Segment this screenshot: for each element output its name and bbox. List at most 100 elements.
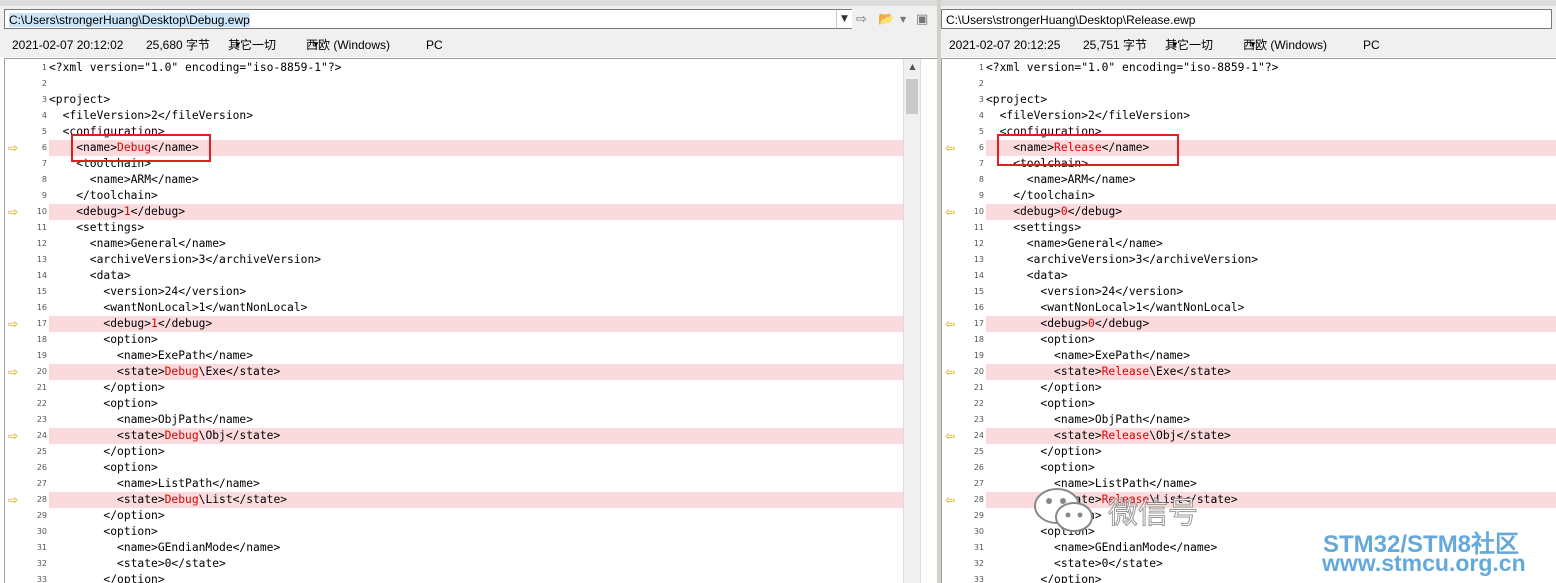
code-line[interactable]: 30 <option> xyxy=(5,524,903,540)
code-line[interactable]: 3 <project> xyxy=(5,92,903,108)
right-datetime: 2021-02-07 20:12:25 xyxy=(949,38,1061,52)
diff-line[interactable]: ⇨ 28 <state>Debug\List</state> xyxy=(5,492,903,508)
diff-arrow-icon[interactable]: ⇦ xyxy=(945,366,959,378)
code-line[interactable]: 14 <data> xyxy=(5,268,903,284)
code-line[interactable]: 26 <option> xyxy=(5,460,903,476)
code-line[interactable]: 25 </option> xyxy=(942,444,1556,460)
code-line[interactable]: 32 <state>0</state> xyxy=(942,556,1556,572)
code-line[interactable]: 30 <option> xyxy=(942,524,1556,540)
code-line[interactable]: 21 </option> xyxy=(942,380,1556,396)
line-number: 22 xyxy=(36,399,47,408)
code-line[interactable]: 11 <settings> xyxy=(5,220,903,236)
diff-arrow-icon[interactable]: ⇨ xyxy=(8,366,22,378)
line-code: <option> xyxy=(986,332,1556,348)
code-line[interactable]: 2 xyxy=(942,76,1556,92)
code-line[interactable]: 22 <option> xyxy=(5,396,903,412)
code-line[interactable]: 31 <name>GEndianMode</name> xyxy=(942,540,1556,556)
code-line[interactable]: 13 <archiveVersion>3</archiveVersion> xyxy=(5,252,903,268)
diff-line[interactable]: ⇨ 24 <state>Debug\Obj</state> xyxy=(5,428,903,444)
line-number: 26 xyxy=(36,463,47,472)
line-code: <project> xyxy=(986,92,1556,108)
code-line[interactable]: 33 </option> xyxy=(942,572,1556,583)
diff-line[interactable]: ⇦ 24 <state>Release\Obj</state> xyxy=(942,428,1556,444)
scroll-thumb[interactable] xyxy=(906,79,918,114)
code-text: <option> xyxy=(986,397,1095,410)
diff-line[interactable]: ⇦ 28 <state>Release\List</state> xyxy=(942,492,1556,508)
code-line[interactable]: 9 </toolchain> xyxy=(5,188,903,204)
diff-arrow-icon[interactable]: ⇨ xyxy=(8,494,22,506)
diff-line[interactable]: ⇦ 17 <debug>0</debug> xyxy=(942,316,1556,332)
line-code: </option> xyxy=(49,444,903,460)
code-line[interactable]: 16 <wantNonLocal>1</wantNonLocal> xyxy=(5,300,903,316)
code-text: <debug> xyxy=(986,205,1061,218)
diff-arrow-icon[interactable]: ⇦ xyxy=(945,318,959,330)
line-code: <name>ListPath</name> xyxy=(49,476,903,492)
code-line[interactable]: 2 xyxy=(5,76,903,92)
code-line[interactable]: 33 </option> xyxy=(5,572,903,583)
line-number: 29 xyxy=(973,511,984,520)
code-line[interactable]: 3 <project> xyxy=(942,92,1556,108)
scroll-up-icon[interactable]: ▲ xyxy=(904,59,921,75)
left-path-dropdown-icon[interactable]: ▼ xyxy=(836,10,852,28)
code-line[interactable]: 11 <settings> xyxy=(942,220,1556,236)
code-line[interactable]: 27 <name>ListPath</name> xyxy=(942,476,1556,492)
diff-line[interactable]: ⇨ 17 <debug>1</debug> xyxy=(5,316,903,332)
code-line[interactable]: 15 <version>24</version> xyxy=(942,284,1556,300)
code-line[interactable]: 4 <fileVersion>2</fileVersion> xyxy=(5,108,903,124)
code-line[interactable]: 29 </option> xyxy=(942,508,1556,524)
code-line[interactable]: 23 <name>ObjPath</name> xyxy=(942,412,1556,428)
code-line[interactable]: 8 <name>ARM</name> xyxy=(942,172,1556,188)
code-line[interactable]: 19 <name>ExePath</name> xyxy=(942,348,1556,364)
left-path-input[interactable]: C:\Users\strongerHuang\Desktop\Debug.ewp xyxy=(4,9,852,29)
code-line[interactable]: 15 <version>24</version> xyxy=(5,284,903,300)
folder-open-icon[interactable]: 📂 xyxy=(878,11,894,29)
diff-arrow-icon[interactable]: ⇦ xyxy=(945,142,959,154)
line-code: <option> xyxy=(986,396,1556,412)
diff-arrow-icon[interactable]: ⇦ xyxy=(945,430,959,442)
diff-line[interactable]: ⇦ 10 <debug>0</debug> xyxy=(942,204,1556,220)
diff-arrow-icon[interactable]: ⇨ xyxy=(8,142,22,154)
code-line[interactable]: 13 <archiveVersion>3</archiveVersion> xyxy=(942,252,1556,268)
code-line[interactable]: 29 </option> xyxy=(5,508,903,524)
diff-line[interactable]: ⇦ 20 <state>Release\Exe</state> xyxy=(942,364,1556,380)
code-line[interactable]: 31 <name>GEndianMode</name> xyxy=(5,540,903,556)
left-scrollbar[interactable]: ▲ xyxy=(903,59,921,583)
code-line[interactable]: 16 <wantNonLocal>1</wantNonLocal> xyxy=(942,300,1556,316)
diff-arrow-icon[interactable]: ⇦ xyxy=(945,206,959,218)
right-path-input[interactable]: C:\Users\strongerHuang\Desktop\Release.e… xyxy=(941,9,1552,29)
open-dropdown-icon[interactable]: ▼ xyxy=(900,11,906,29)
code-text: </option> xyxy=(986,381,1102,394)
line-number: 24 xyxy=(973,431,984,440)
code-line[interactable]: 18 <option> xyxy=(942,332,1556,348)
diff-arrow-icon[interactable]: ⇦ xyxy=(945,494,959,506)
line-code: <option> xyxy=(49,460,903,476)
line-code: <state>Debug\Obj</state> xyxy=(49,428,903,444)
code-line[interactable]: 32 <state>0</state> xyxy=(5,556,903,572)
code-line[interactable]: 26 <option> xyxy=(942,460,1556,476)
code-line[interactable]: 22 <option> xyxy=(942,396,1556,412)
diff-line[interactable]: ⇨ 20 <state>Debug\Exe</state> xyxy=(5,364,903,380)
code-line[interactable]: 1 <?xml version="1.0" encoding="iso-8859-… xyxy=(942,60,1556,76)
line-number: 14 xyxy=(36,271,47,280)
code-line[interactable]: 12 <name>General</name> xyxy=(942,236,1556,252)
code-line[interactable]: 12 <name>General</name> xyxy=(5,236,903,252)
line-code: <fileVersion>2</fileVersion> xyxy=(986,108,1556,124)
code-line[interactable]: 19 <name>ExePath</name> xyxy=(5,348,903,364)
code-line[interactable]: 21 </option> xyxy=(5,380,903,396)
sync-arrows-icon[interactable]: ⇨ xyxy=(856,11,867,29)
code-line[interactable]: 4 <fileVersion>2</fileVersion> xyxy=(942,108,1556,124)
diff-arrow-icon[interactable]: ⇨ xyxy=(8,430,22,442)
code-line[interactable]: 8 <name>ARM</name> xyxy=(5,172,903,188)
code-text: \Exe</state> xyxy=(198,365,281,378)
code-line[interactable]: 18 <option> xyxy=(5,332,903,348)
code-line[interactable]: 25 </option> xyxy=(5,444,903,460)
code-line[interactable]: 23 <name>ObjPath</name> xyxy=(5,412,903,428)
diff-line[interactable]: ⇨ 10 <debug>1</debug> xyxy=(5,204,903,220)
diff-arrow-icon[interactable]: ⇨ xyxy=(8,206,22,218)
code-line[interactable]: 27 <name>ListPath</name> xyxy=(5,476,903,492)
diff-arrow-icon[interactable]: ⇨ xyxy=(8,318,22,330)
save-icon[interactable]: ▣ xyxy=(916,11,928,29)
code-line[interactable]: 14 <data> xyxy=(942,268,1556,284)
code-line[interactable]: 1 <?xml version="1.0" encoding="iso-8859-… xyxy=(5,60,903,76)
code-line[interactable]: 9 </toolchain> xyxy=(942,188,1556,204)
